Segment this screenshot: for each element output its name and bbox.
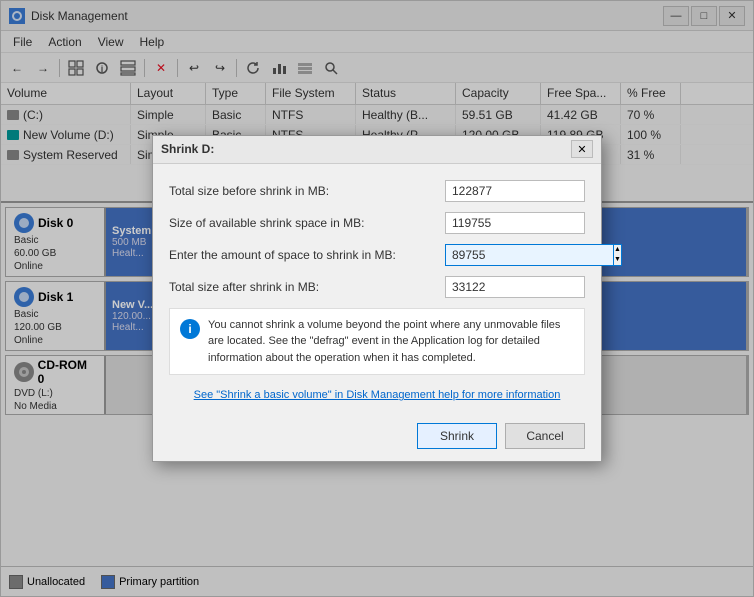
dialog-title-bar: Shrink D: ✕ xyxy=(153,136,601,164)
dialog-close-button[interactable]: ✕ xyxy=(571,140,593,158)
shrink-button[interactable]: Shrink xyxy=(417,423,497,449)
dialog-title: Shrink D: xyxy=(161,142,571,156)
spin-down-button[interactable]: ▼ xyxy=(614,255,621,265)
dialog-content: Total size before shrink in MB: 122877 S… xyxy=(153,164,601,416)
modal-overlay: Shrink D: ✕ Total size before shrink in … xyxy=(1,1,753,596)
form-label-3: Total size after shrink in MB: xyxy=(169,280,445,294)
form-value-0: 122877 xyxy=(445,180,585,202)
info-box: i You cannot shrink a volume beyond the … xyxy=(169,308,585,376)
spin-buttons: ▲ ▼ xyxy=(613,244,622,266)
shrink-input-group: ▲ ▼ xyxy=(445,244,585,266)
form-row-0: Total size before shrink in MB: 122877 xyxy=(169,180,585,202)
main-window: Disk Management — □ ✕ File Action View H… xyxy=(0,0,754,597)
form-label-2: Enter the amount of space to shrink in M… xyxy=(169,248,445,262)
cancel-button[interactable]: Cancel xyxy=(505,423,585,449)
spin-up-button[interactable]: ▲ xyxy=(614,245,621,255)
form-value-1: 119755 xyxy=(445,212,585,234)
info-icon: i xyxy=(180,319,200,339)
help-link[interactable]: See "Shrink a basic volume" in Disk Mana… xyxy=(169,383,585,407)
shrink-dialog: Shrink D: ✕ Total size before shrink in … xyxy=(152,135,602,463)
form-row-3: Total size after shrink in MB: 33122 xyxy=(169,276,585,298)
shrink-amount-input[interactable] xyxy=(445,244,613,266)
dialog-buttons: Shrink Cancel xyxy=(153,415,601,461)
form-label-0: Total size before shrink in MB: xyxy=(169,184,445,198)
form-label-1: Size of available shrink space in MB: xyxy=(169,216,445,230)
form-row-2: Enter the amount of space to shrink in M… xyxy=(169,244,585,266)
form-row-1: Size of available shrink space in MB: 11… xyxy=(169,212,585,234)
form-value-3: 33122 xyxy=(445,276,585,298)
info-text: You cannot shrink a volume beyond the po… xyxy=(208,317,574,367)
